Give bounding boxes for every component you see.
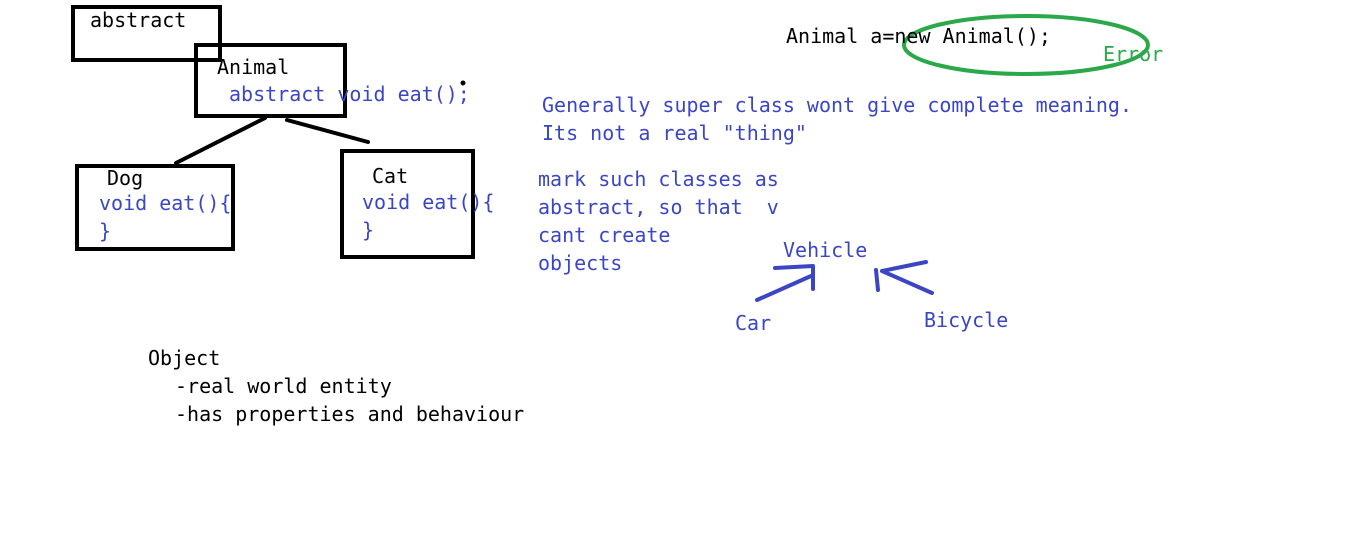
advice-line-2: abstract, so that v — [538, 195, 779, 219]
advice-line-1: mark such classes as — [538, 167, 779, 191]
abstract-label: abstract — [90, 8, 187, 32]
object-point-1: -real world entity — [175, 374, 392, 398]
note-line-2: Its not a real "thing" — [542, 121, 807, 145]
car-label: Car — [735, 311, 772, 335]
whiteboard-canvas: abstract Animal abstract void eat(); Dog… — [0, 0, 1349, 544]
dog-class-name: Dog — [107, 166, 144, 190]
instantiation-code: Animal a=new Animal(); — [786, 24, 1051, 48]
bicycle-label: Bicycle — [924, 308, 1009, 332]
animal-abstract-method: abstract void eat(); — [229, 82, 470, 106]
object-point-2: -has properties and behaviour — [175, 402, 525, 426]
object-title: Object — [148, 346, 221, 370]
animal-cat-connector — [285, 118, 370, 144]
animal-class-name: Animal — [217, 55, 290, 79]
error-label: Error — [1103, 42, 1164, 66]
cat-method-open: void eat(){ — [362, 190, 495, 214]
cat-method-close: } — [362, 218, 375, 242]
dog-method-close: } — [99, 219, 112, 243]
car-arrow — [755, 264, 815, 302]
dog-method-open: void eat(){ — [99, 191, 232, 215]
animal-dog-connector — [174, 116, 267, 165]
vehicle-label: Vehicle — [783, 238, 868, 262]
cat-class-name: Cat — [372, 164, 409, 188]
advice-line-3: cant create — [538, 223, 671, 247]
bicycle-arrow — [874, 260, 934, 295]
drawing-strokes — [71, 5, 1150, 302]
advice-line-4: objects — [538, 251, 623, 275]
note-line-1: Generally super class wont give complete… — [542, 93, 1133, 117]
